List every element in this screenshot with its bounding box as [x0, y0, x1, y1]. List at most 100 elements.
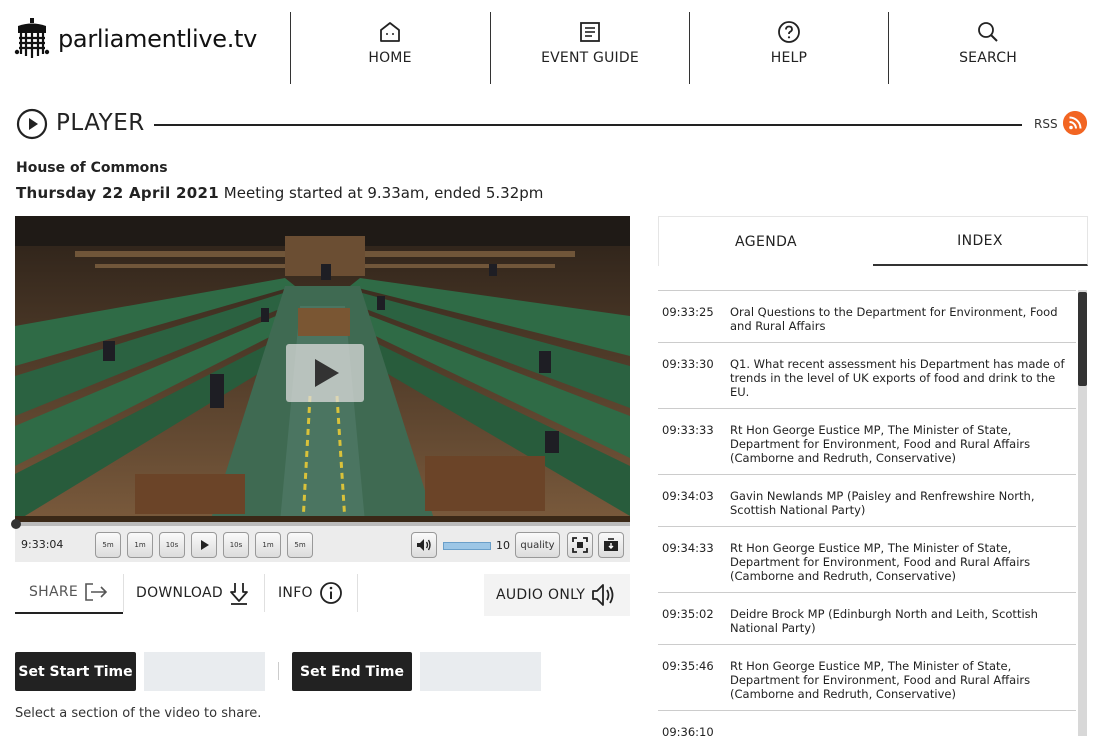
field-separator — [278, 662, 279, 680]
skip-back-5m-button[interactable]: 5m — [95, 532, 121, 558]
help-icon — [778, 21, 800, 43]
speaker-icon — [417, 539, 431, 551]
start-time-input[interactable] — [144, 652, 265, 691]
share-arrow-icon — [85, 583, 108, 601]
index-time: 09:35:02 — [662, 607, 714, 621]
nav-event-guide-label: EVENT GUIDE — [541, 50, 639, 66]
audio-speaker-icon — [592, 584, 614, 606]
tab-share-label: SHARE — [29, 584, 79, 600]
skip-back-5m-label: 5m — [102, 541, 114, 549]
index-time: 09:36:10 — [662, 725, 714, 736]
rss-icon[interactable] — [1063, 111, 1087, 135]
skip-forward-10s-label: 10s — [229, 541, 243, 549]
tab-separator — [357, 574, 358, 612]
meeting-times: Meeting started at 9.33am, ended 5.32pm — [223, 184, 544, 202]
index-text — [730, 725, 1070, 736]
index-text: Q1. What recent assessment his Departmen… — [730, 357, 1065, 399]
skip-back-10s-label: 10s — [165, 541, 179, 549]
big-play-button[interactable] — [286, 344, 364, 402]
index-item[interactable]: 09:36:10 — [658, 711, 1076, 736]
nav-search[interactable]: SEARCH — [889, 18, 1087, 66]
nav-search-label: SEARCH — [959, 50, 1017, 66]
index-text: Oral Questions to the Department for Env… — [730, 305, 1058, 333]
player-heading: PLAYER RSS — [16, 106, 1088, 142]
end-time-input[interactable] — [420, 652, 541, 691]
set-end-time-button[interactable]: Set End Time — [292, 652, 412, 691]
video-controls: 9:33:04 5m 1m 10s 10s 1m 5m 10 quality — [11, 519, 630, 562]
tab-info[interactable]: INFO — [278, 572, 343, 614]
skip-forward-1m-button[interactable]: 1m — [255, 532, 281, 558]
meeting-info: Thursday 22 April 2021 Meeting started a… — [16, 184, 543, 202]
set-start-time-button[interactable]: Set Start Time — [15, 652, 136, 691]
meeting-date: Thursday 22 April 2021 — [16, 184, 220, 202]
index-text: Rt Hon George Eustice MP, The Minister o… — [730, 423, 1031, 465]
progress-handle[interactable] — [11, 519, 21, 529]
tab-index[interactable]: INDEX — [873, 216, 1088, 266]
player-tabs: SHARE DOWNLOAD INFO AUDIO ONLY — [15, 572, 630, 616]
skip-forward-5m-button[interactable]: 5m — [287, 532, 313, 558]
index-text: Rt Hon George Eustice MP, The Minister o… — [730, 541, 1031, 583]
tab-info-label: INFO — [278, 585, 313, 601]
index-time: 09:33:30 — [662, 357, 714, 371]
audio-only-toggle[interactable]: AUDIO ONLY — [484, 574, 630, 616]
site-header: parliamentlive.tv HOME EVENT GUIDE HELP — [0, 0, 1100, 92]
index-item[interactable]: 09:35:46 Rt Hon George Eustice MP, The M… — [658, 645, 1076, 711]
play-button[interactable] — [191, 532, 217, 558]
index-time: 09:34:33 — [662, 541, 714, 555]
play-icon — [201, 540, 209, 550]
tab-download[interactable]: DOWNLOAD — [136, 572, 249, 614]
site-logo[interactable]: parliamentlive.tv — [14, 18, 257, 60]
index-scrollbar[interactable] — [1078, 290, 1087, 736]
index-scrollbar-thumb[interactable] — [1078, 292, 1087, 386]
popout-button[interactable] — [598, 532, 624, 558]
index-time: 09:35:46 — [662, 659, 714, 673]
tab-agenda[interactable]: AGENDA — [658, 216, 873, 266]
nav-help[interactable]: HELP — [690, 18, 888, 66]
popout-icon — [604, 538, 618, 551]
nav-help-label: HELP — [770, 50, 808, 66]
tab-separator — [264, 574, 265, 612]
house-name: House of Commons — [16, 160, 168, 176]
volume-slider[interactable] — [443, 542, 491, 550]
fullscreen-button[interactable] — [567, 532, 593, 558]
tab-separator — [123, 574, 124, 612]
audio-only-label: AUDIO ONLY — [496, 587, 586, 603]
nav-home[interactable]: HOME — [291, 18, 489, 66]
nav-event-guide[interactable]: EVENT GUIDE — [491, 18, 689, 66]
timecode: 9:33:04 — [21, 538, 64, 551]
video-player[interactable] — [15, 216, 630, 522]
index-item[interactable]: 09:33:33 Rt Hon George Eustice MP, The M… — [658, 409, 1076, 475]
logo-text: parliamentlive.tv — [58, 25, 258, 53]
set-end-time-label: Set End Time — [299, 663, 404, 680]
document-icon — [580, 22, 600, 42]
set-start-time-label: Set Start Time — [18, 663, 133, 680]
tab-download-label: DOWNLOAD — [136, 585, 223, 601]
tab-index-label: INDEX — [957, 232, 1003, 249]
skip-forward-5m-label: 5m — [294, 541, 306, 549]
info-icon — [319, 582, 342, 604]
index-text: Rt Hon George Eustice MP, The Minister o… — [730, 659, 1031, 701]
search-icon — [978, 22, 998, 42]
portcullis-icon — [14, 18, 50, 58]
index-item[interactable]: 09:33:25 Oral Questions to the Departmen… — [658, 291, 1076, 343]
index-item[interactable]: 09:34:03 Gavin Newlands MP (Paisley and … — [658, 475, 1076, 527]
rss-label[interactable]: RSS — [1034, 117, 1058, 131]
index-item[interactable]: 09:35:02 Deidre Brock MP (Edinburgh Nort… — [658, 593, 1076, 645]
index-item[interactable]: 09:33:30 Q1. What recent assessment his … — [658, 343, 1076, 409]
play-circle-icon — [16, 108, 48, 140]
mute-button[interactable] — [411, 532, 437, 558]
index-time: 09:33:25 — [662, 305, 714, 319]
tab-share[interactable]: SHARE — [15, 572, 123, 614]
page-title: PLAYER — [56, 110, 145, 136]
index-text: Deidre Brock MP (Edinburgh North and Lei… — [730, 607, 1038, 635]
tab-agenda-label: AGENDA — [734, 233, 797, 250]
fullscreen-icon — [572, 537, 588, 553]
share-hint: Select a section of the video to share. — [15, 706, 262, 721]
quality-button[interactable]: quality — [515, 532, 560, 558]
index-list: 09:33:25 Oral Questions to the Departmen… — [658, 290, 1076, 736]
skip-forward-10s-button[interactable]: 10s — [223, 532, 249, 558]
skip-back-10s-button[interactable]: 10s — [159, 532, 185, 558]
skip-back-1m-label: 1m — [134, 541, 146, 549]
index-item[interactable]: 09:34:33 Rt Hon George Eustice MP, The M… — [658, 527, 1076, 593]
skip-back-1m-button[interactable]: 1m — [127, 532, 153, 558]
